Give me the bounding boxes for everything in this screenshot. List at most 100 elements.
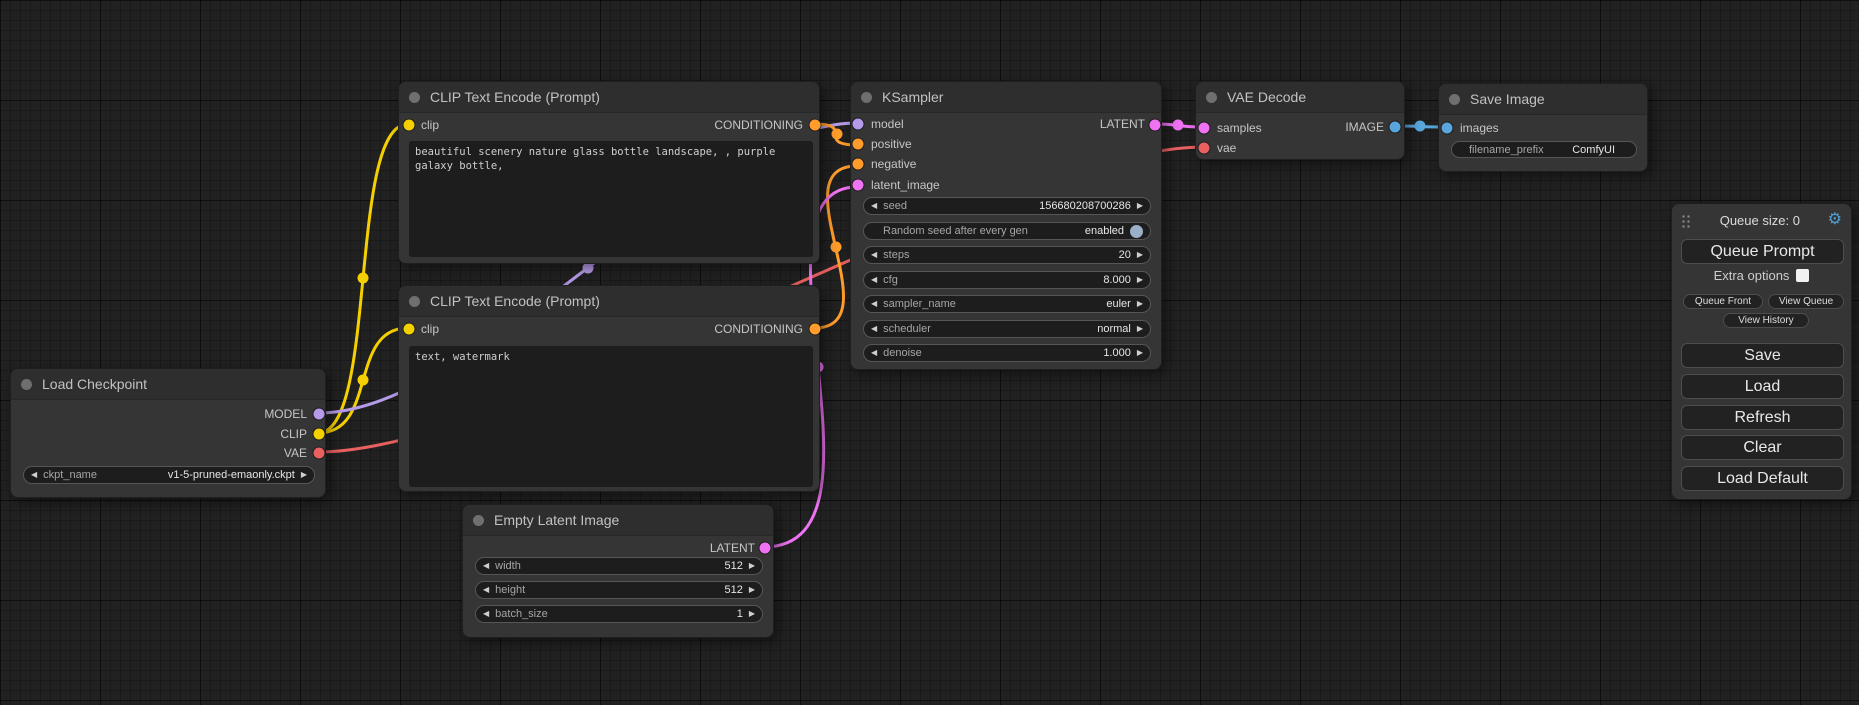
input-label-positive: positive (871, 137, 912, 151)
height-widget[interactable]: ◀ height 512 ▶ (475, 581, 763, 599)
sampler-name-widget[interactable]: ◀ sampler_name euler ▶ (863, 295, 1151, 313)
prev-arrow-icon[interactable]: ◀ (871, 325, 877, 333)
next-arrow-icon[interactable]: ▶ (1137, 251, 1143, 259)
input-port-positive[interactable] (853, 139, 864, 150)
next-arrow-icon[interactable]: ▶ (749, 586, 755, 594)
output-port-conditioning[interactable] (810, 120, 821, 131)
queue-panel: Queue size: 0 ⚙ Queue Prompt Extra optio… (1671, 203, 1852, 500)
queue-prompt-button[interactable]: Queue Prompt (1681, 239, 1844, 264)
next-arrow-icon[interactable]: ▶ (1137, 276, 1143, 284)
prompt-textarea[interactable]: text, watermark (409, 346, 813, 487)
node-header[interactable]: CLIP Text Encode (Prompt) (399, 286, 819, 317)
next-arrow-icon[interactable]: ▶ (1137, 325, 1143, 333)
input-port-negative[interactable] (853, 159, 864, 170)
prev-arrow-icon[interactable]: ◀ (871, 202, 877, 210)
output-port-conditioning[interactable] (810, 324, 821, 335)
node-header[interactable]: Empty Latent Image (463, 505, 773, 536)
node-header[interactable]: KSampler (851, 82, 1161, 113)
settings-gear-icon[interactable]: ⚙ (1828, 212, 1842, 228)
ckpt-name-widget[interactable]: ◀ ckpt_name v1-5-pruned-emaonly.ckpt ▶ (23, 466, 315, 484)
extra-options-checkbox[interactable] (1796, 269, 1809, 282)
widget-value: v1-5-pruned-emaonly.ckpt (168, 469, 295, 481)
widget-label: filename_prefix (1469, 144, 1544, 156)
steps-widget[interactable]: ◀ steps 20 ▶ (863, 246, 1151, 264)
next-arrow-icon[interactable]: ▶ (1137, 349, 1143, 357)
prev-arrow-icon[interactable]: ◀ (871, 349, 877, 357)
load-default-button[interactable]: Load Default (1681, 466, 1844, 491)
scheduler-widget[interactable]: ◀ scheduler normal ▶ (863, 320, 1151, 338)
view-history-button[interactable]: View History (1723, 313, 1809, 328)
toggle-knob-icon[interactable] (1130, 225, 1143, 238)
prev-arrow-icon[interactable]: ◀ (483, 610, 489, 618)
output-port-model[interactable] (314, 409, 325, 420)
next-arrow-icon[interactable]: ▶ (301, 471, 307, 479)
widget-value: ComfyUI (1572, 144, 1615, 156)
node-status-dot-icon[interactable] (473, 515, 484, 526)
widget-value: enabled (1085, 225, 1124, 237)
cfg-widget[interactable]: ◀ cfg 8.000 ▶ (863, 271, 1151, 289)
node-status-dot-icon[interactable] (409, 296, 420, 307)
input-port-images[interactable] (1442, 123, 1453, 134)
prompt-textarea[interactable]: beautiful scenery nature glass bottle la… (409, 141, 813, 257)
node-empty-latent-image[interactable]: Empty Latent Image LATENT ◀ width 512 ▶ … (462, 504, 774, 638)
widget-label: batch_size (495, 608, 548, 620)
node-status-dot-icon[interactable] (21, 379, 32, 390)
load-button[interactable]: Load (1681, 374, 1844, 399)
queue-front-button[interactable]: Queue Front (1683, 294, 1763, 309)
next-arrow-icon[interactable]: ▶ (1137, 202, 1143, 210)
clear-button[interactable]: Clear (1681, 435, 1844, 460)
widget-label: steps (883, 249, 909, 261)
node-title: CLIP Text Encode (Prompt) (430, 293, 600, 309)
node-vae-decode[interactable]: VAE Decode samples vae IMAGE (1195, 81, 1405, 160)
output-port-vae[interactable] (314, 448, 325, 459)
batch-size-widget[interactable]: ◀ batch_size 1 ▶ (475, 605, 763, 623)
next-arrow-icon[interactable]: ▶ (1137, 300, 1143, 308)
filename-prefix-widget[interactable]: filename_prefix ComfyUI (1451, 141, 1637, 158)
node-header[interactable]: VAE Decode (1196, 82, 1404, 113)
output-label-model: MODEL (264, 407, 307, 421)
node-clip-text-encode-negative[interactable]: CLIP Text Encode (Prompt) clip CONDITION… (398, 285, 820, 492)
prev-arrow-icon[interactable]: ◀ (483, 586, 489, 594)
drag-handle-icon[interactable] (1681, 213, 1692, 228)
node-ksampler[interactable]: KSampler model positive negative latent_… (850, 81, 1162, 370)
next-arrow-icon[interactable]: ▶ (749, 562, 755, 570)
output-label-conditioning: CONDITIONING (714, 322, 803, 336)
prev-arrow-icon[interactable]: ◀ (871, 276, 877, 284)
output-port-clip[interactable] (314, 429, 325, 440)
node-load-checkpoint[interactable]: Load Checkpoint MODEL CLIP VAE ◀ ckpt_na… (10, 368, 326, 498)
input-port-model[interactable] (853, 119, 864, 130)
output-port-image[interactable] (1390, 122, 1401, 133)
input-port-latent-image[interactable] (853, 180, 864, 191)
node-status-dot-icon[interactable] (861, 92, 872, 103)
seed-widget[interactable]: ◀ seed 156680208700286 ▶ (863, 197, 1151, 215)
node-status-dot-icon[interactable] (1206, 92, 1217, 103)
input-label-vae: vae (1217, 141, 1236, 155)
view-queue-button[interactable]: View Queue (1768, 294, 1844, 309)
prev-arrow-icon[interactable]: ◀ (871, 251, 877, 259)
output-port-latent[interactable] (760, 543, 771, 554)
node-save-image[interactable]: Save Image images filename_prefix ComfyU… (1438, 83, 1648, 172)
widget-label: cfg (883, 274, 898, 286)
prev-arrow-icon[interactable]: ◀ (31, 471, 37, 479)
refresh-button[interactable]: Refresh (1681, 405, 1844, 430)
input-port-clip[interactable] (404, 324, 415, 335)
random-seed-toggle-widget[interactable]: Random seed after every gen enabled (863, 222, 1151, 240)
input-port-vae[interactable] (1199, 143, 1210, 154)
node-header[interactable]: CLIP Text Encode (Prompt) (399, 82, 819, 113)
node-header[interactable]: Load Checkpoint (11, 369, 325, 400)
input-port-samples[interactable] (1199, 123, 1210, 134)
width-widget[interactable]: ◀ width 512 ▶ (475, 557, 763, 575)
prev-arrow-icon[interactable]: ◀ (483, 562, 489, 570)
node-status-dot-icon[interactable] (409, 92, 420, 103)
input-port-clip[interactable] (404, 120, 415, 131)
node-clip-text-encode-positive[interactable]: CLIP Text Encode (Prompt) clip CONDITION… (398, 81, 820, 264)
save-button[interactable]: Save (1681, 343, 1844, 368)
comfyui-canvas[interactable]: { "colors": { "model": "#b49ae8", "clip"… (0, 0, 1859, 705)
denoise-widget[interactable]: ◀ denoise 1.000 ▶ (863, 344, 1151, 362)
prev-arrow-icon[interactable]: ◀ (871, 300, 877, 308)
output-port-latent[interactable] (1150, 120, 1161, 131)
node-header[interactable]: Save Image (1439, 84, 1647, 115)
node-status-dot-icon[interactable] (1449, 94, 1460, 105)
output-label-image: IMAGE (1345, 120, 1384, 134)
next-arrow-icon[interactable]: ▶ (749, 610, 755, 618)
